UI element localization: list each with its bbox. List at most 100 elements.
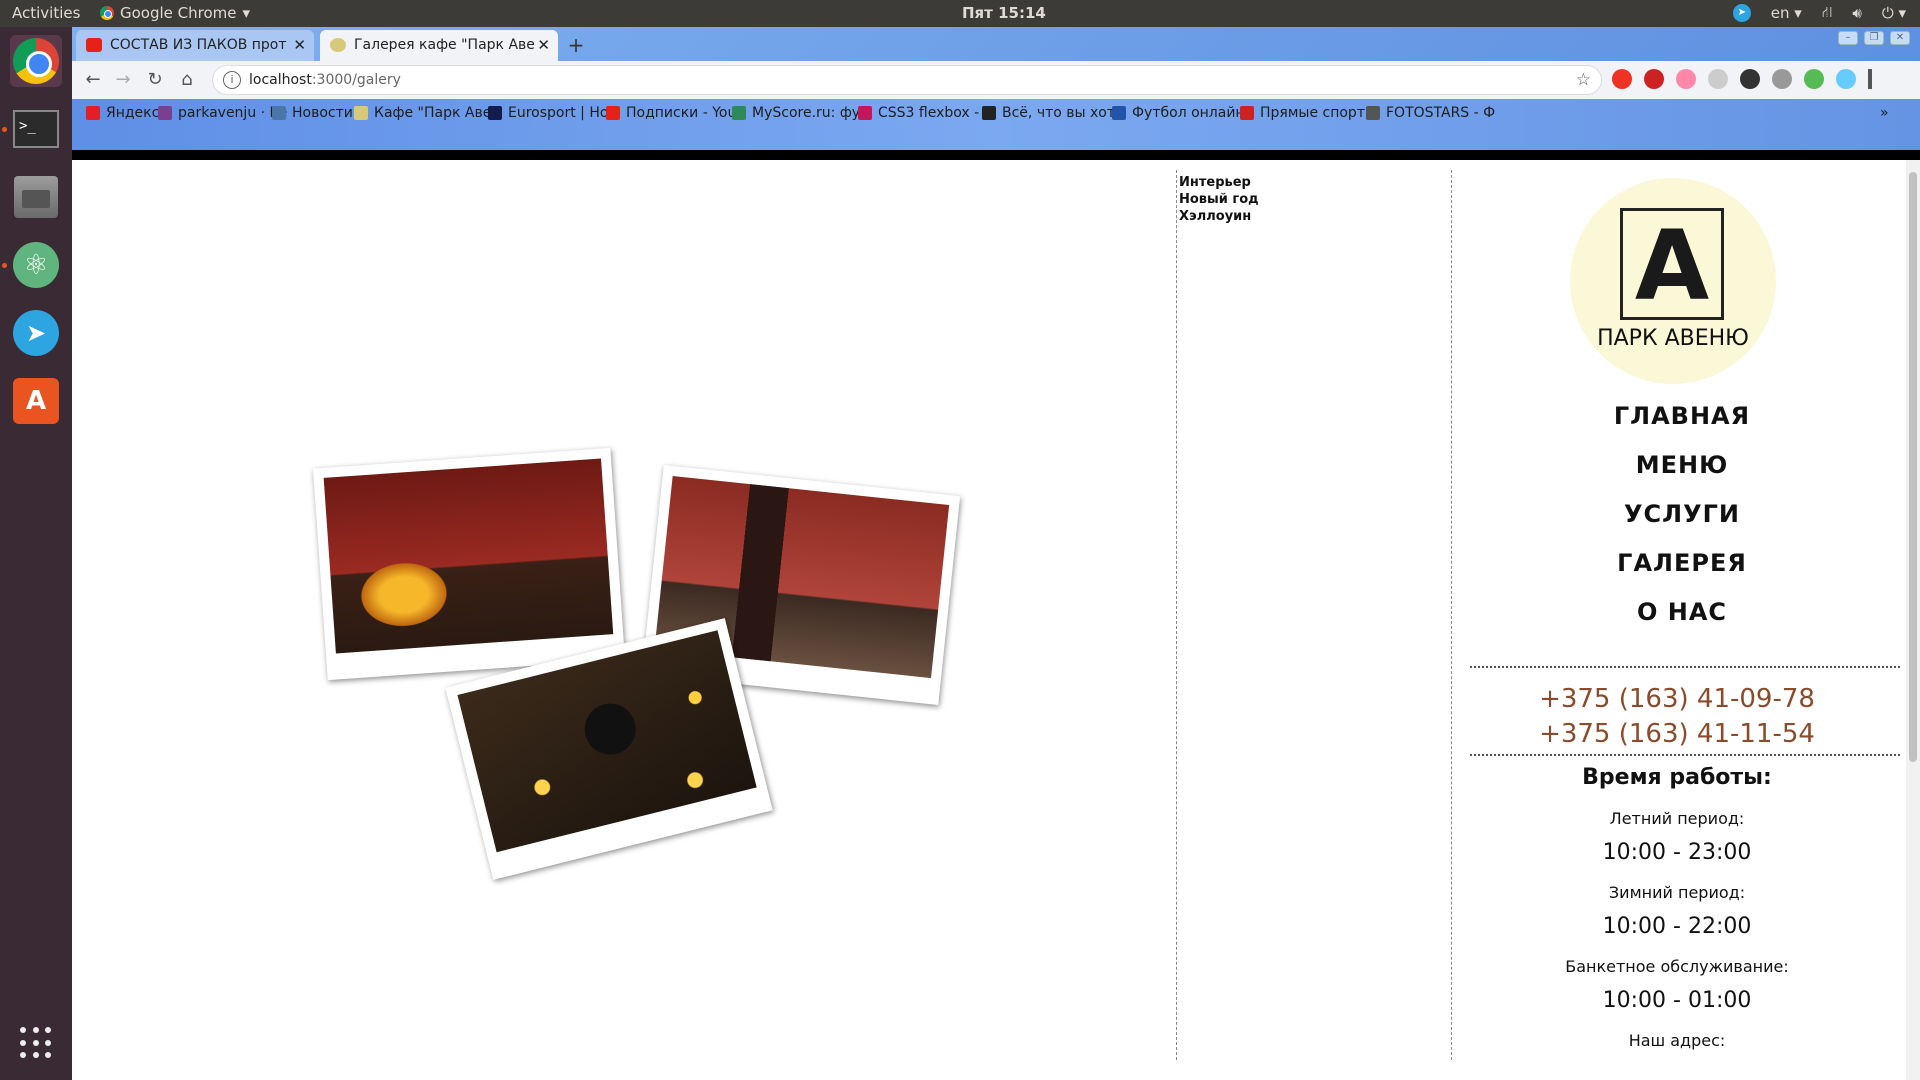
bookmark-label: CSS3 flexbox - с [878, 105, 992, 121]
menu-icon[interactable] [1868, 69, 1872, 89]
main-nav: ГЛАВНАЯ МЕНЮ УСЛУГИ ГАЛЕРЕЯ О НАС [1462, 392, 1902, 637]
category-halloween[interactable]: Хэллоуин [1179, 208, 1449, 225]
close-window-button[interactable]: ✕ [1890, 31, 1910, 45]
cafe-logo[interactable]: A ПАРК АВЕНЮ [1570, 178, 1776, 384]
launcher-software[interactable]: A [10, 375, 62, 427]
launcher-chrome[interactable] [10, 35, 62, 87]
scrollbar-thumb[interactable] [1909, 172, 1917, 762]
new-tab-button[interactable]: + [562, 33, 590, 57]
bookmark-item[interactable]: Новости [272, 105, 353, 121]
bookmark-item[interactable]: Яндекс [86, 105, 159, 121]
os-top-bar: Activities Google Chrome ▾ Пят 15:14 ➤ e… [0, 0, 1920, 27]
minimize-button[interactable]: – [1838, 31, 1858, 45]
bookmark-item[interactable]: CSS3 flexbox - с [858, 105, 991, 121]
home-button[interactable]: ⌂ [174, 67, 200, 93]
clock[interactable]: Пят 15:14 [962, 4, 1046, 22]
logo-letter-icon: A [1634, 210, 1710, 322]
bookmark-favicon-icon [982, 106, 996, 120]
chevron-down-icon: ▾ [242, 4, 251, 22]
summer-label: Летний период: [1609, 809, 1745, 828]
volume-icon[interactable]: 🔊︎ [1852, 4, 1861, 22]
stats-extension-icon[interactable] [1772, 69, 1792, 89]
back-button[interactable]: ← [80, 67, 106, 93]
bookmarks-more[interactable]: » [1880, 105, 1889, 121]
bookmark-item[interactable]: MyScore.ru: фут [732, 105, 868, 121]
banquet-hours: 10:00 - 01:00 [1602, 988, 1752, 1013]
summer-hours: 10:00 - 23:00 [1602, 840, 1752, 865]
bookmark-favicon-icon [858, 106, 872, 120]
gallery-photo-halloween-pumpkin[interactable] [312, 447, 626, 681]
tab-youtube[interactable]: СОСТАВ ИЗ ПАКОВ прот ✕ [76, 30, 314, 61]
launcher-files[interactable] [10, 171, 62, 223]
bookmark-favicon-icon [354, 106, 368, 120]
bookmark-item[interactable]: Всё, что вы хот [982, 105, 1115, 121]
bookmark-label: FOTOSTARS - Ф [1386, 105, 1496, 121]
bookmark-label: Прямые спорти [1260, 105, 1375, 121]
extension-icon[interactable] [1804, 69, 1824, 89]
opera-extension-icon[interactable] [1612, 69, 1632, 89]
extension-icon[interactable] [1676, 69, 1696, 89]
hours-title: Время работы: [1582, 765, 1772, 790]
nav-home[interactable]: ГЛАВНАЯ [1462, 392, 1902, 441]
bookmark-favicon-icon [732, 106, 746, 120]
bookmark-star-icon[interactable]: ☆ [1576, 70, 1591, 90]
bookmark-favicon-icon [1366, 106, 1380, 120]
address-bar[interactable]: i localhost:3000/galery ☆ [212, 65, 1602, 95]
bookmark-item[interactable]: parkavenju · Re [158, 105, 287, 121]
info-icon[interactable]: i [223, 71, 241, 89]
app-menu[interactable]: Google Chrome ▾ [100, 4, 250, 22]
bookmark-item[interactable]: Кафе "Парк Аве [354, 105, 491, 121]
nav-menu[interactable]: МЕНЮ [1462, 441, 1902, 490]
chrome-icon [100, 6, 114, 20]
winter-hours: 10:00 - 22:00 [1602, 914, 1752, 939]
bookmark-favicon-icon [488, 106, 502, 120]
close-icon[interactable]: ✕ [293, 36, 306, 54]
launcher-atom[interactable]: ⚛ [10, 239, 62, 291]
maximize-button[interactable]: ❐ [1864, 31, 1884, 45]
vpn-extension-icon[interactable] [1836, 69, 1856, 89]
telegram-icon: ➤ [13, 310, 59, 356]
category-new-year[interactable]: Новый год [1179, 191, 1449, 208]
bookmarks-bar: » Яндекс parkavenju · Re Новости Кафе "Парк… [72, 99, 1920, 150]
sync-extension-icon[interactable] [1740, 69, 1760, 89]
browser-window: СОСТАВ ИЗ ПАКОВ прот ✕ Галерея кафе "Пар… [72, 27, 1920, 150]
phone-number[interactable]: +375 (163) 41-11-54 [1462, 717, 1892, 752]
nav-about[interactable]: О НАС [1462, 588, 1902, 637]
page-scrollbar[interactable] [1906, 160, 1920, 1080]
tab-gallery[interactable]: Галерея кафе "Парк Аве ✕ [320, 30, 558, 61]
nav-services[interactable]: УСЛУГИ [1462, 490, 1902, 539]
app-name: Google Chrome [120, 4, 237, 22]
activities-button[interactable]: Activities [12, 4, 80, 22]
power-icon[interactable]: ⏻ ▾ [1882, 4, 1906, 22]
forward-button[interactable]: → [110, 67, 136, 93]
launcher-terminal[interactable]: >_ [10, 103, 62, 155]
launcher-telegram[interactable]: ➤ [10, 307, 62, 359]
telegram-tray-icon[interactable]: ➤ [1732, 4, 1751, 22]
bookmark-label: MyScore.ru: фут [752, 105, 869, 121]
bookmark-item[interactable]: Подписки - You [606, 105, 736, 121]
nav-gallery[interactable]: ГАЛЕРЕЯ [1462, 539, 1902, 588]
bookmark-item[interactable]: FOTOSTARS - Ф [1366, 105, 1495, 121]
url-text[interactable]: localhost:3000/galery [249, 72, 401, 88]
logo-frame: A [1620, 208, 1724, 322]
bookmark-item[interactable]: Футбол онлайн [1112, 105, 1245, 121]
language-indicator[interactable]: en ▾ [1771, 4, 1802, 22]
network-icon[interactable]: ⛙ [1822, 3, 1833, 23]
show-applications-button[interactable] [10, 1017, 62, 1069]
running-indicator [2, 263, 7, 268]
adblock-icon[interactable] [1644, 69, 1664, 89]
extensions [1612, 69, 1872, 89]
bookmark-favicon-icon [272, 106, 286, 120]
apps-grid-icon [20, 1027, 52, 1059]
bookmark-item[interactable]: Прямые спорти [1240, 105, 1374, 121]
category-interior[interactable]: Интерьер [1179, 174, 1449, 191]
reload-button[interactable]: ↻ [142, 67, 168, 93]
phone-number[interactable]: +375 (163) 41-09-78 [1462, 682, 1892, 717]
close-icon[interactable]: ✕ [537, 36, 550, 54]
page-header-bar [72, 150, 1920, 160]
bookmark-item[interactable]: Eurosport | Нов [488, 105, 617, 121]
bookmark-label: parkavenju · Re [178, 105, 288, 121]
bookmark-label: Подписки - You [626, 105, 737, 121]
extension-icon[interactable] [1708, 69, 1728, 89]
bookmark-label: Новости [292, 105, 353, 121]
